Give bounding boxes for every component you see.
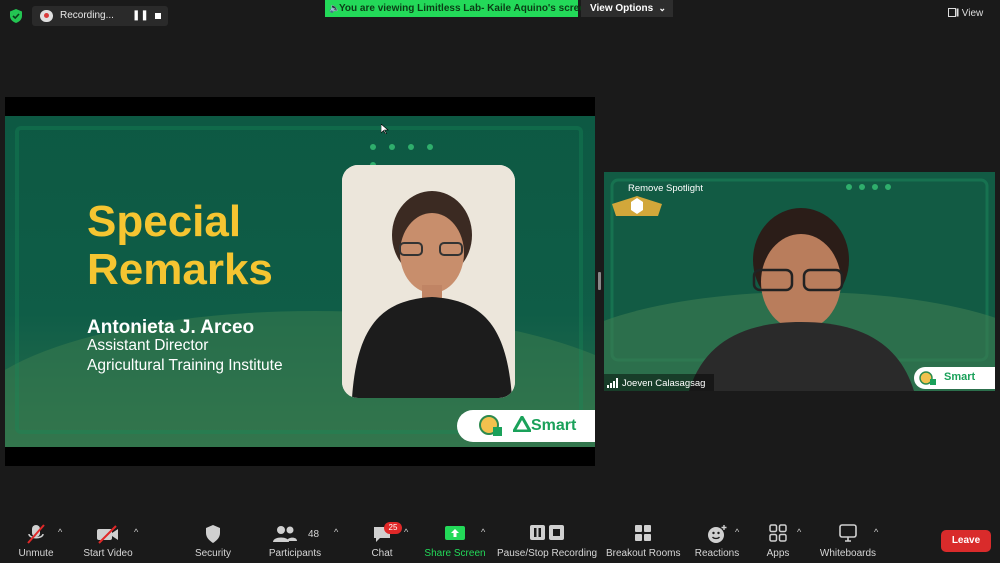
video-off-icon xyxy=(97,525,118,544)
security-shield-toolbar-icon xyxy=(206,525,220,543)
security-label: Security xyxy=(194,548,232,559)
recording-label: Recording... xyxy=(60,10,114,21)
pause-stop-recording-icon xyxy=(530,525,564,540)
audio-options-caret[interactable]: ^ xyxy=(58,527,62,537)
share-screen-options-caret[interactable]: ^ xyxy=(481,527,485,537)
whiteboard-icon xyxy=(839,524,857,542)
whiteboards-label: Whiteboards xyxy=(819,548,877,559)
view-layout-icon xyxy=(948,8,959,17)
shared-slide: Special Remarks Antonieta J. Arceo Assis… xyxy=(5,116,595,447)
speaker-photo-illustration xyxy=(342,165,515,398)
pause-stop-recording-label: Pause/Stop Recording xyxy=(497,548,598,559)
start-video-label: Start Video xyxy=(83,548,133,559)
reactions-options-caret[interactable]: ^ xyxy=(735,527,739,537)
speaker-name: Antonieta J. Arceo xyxy=(87,317,255,338)
slide-brand-text: Smart xyxy=(531,417,577,434)
security-shield-icon[interactable] xyxy=(8,8,24,24)
unmute-label: Unmute xyxy=(18,548,54,559)
smart-logo-icon xyxy=(513,416,531,432)
slide-title: Special Remarks xyxy=(87,197,273,294)
view-options-label: View Options xyxy=(590,3,654,14)
viewing-banner-text: You are viewing Limitless Lab- Kaile Aqu… xyxy=(339,3,591,14)
apps-label: Apps xyxy=(766,548,790,559)
whiteboards-options-caret[interactable]: ^ xyxy=(874,527,878,537)
stop-recording-icon[interactable] xyxy=(152,10,164,22)
ati-logo-icon xyxy=(479,415,502,436)
spotlight-brand-text: Smart xyxy=(944,371,976,383)
view-label: View xyxy=(961,8,984,19)
speaker-icon: 🔈 xyxy=(329,3,341,13)
connection-bars-icon xyxy=(607,378,618,388)
muted-microphone-icon xyxy=(27,524,45,544)
chat-label: Chat xyxy=(371,548,393,559)
breakout-rooms-label: Breakout Rooms xyxy=(606,548,681,559)
participants-count: 48 xyxy=(308,529,320,540)
leave-button[interactable]: Leave xyxy=(941,530,991,552)
apps-icon xyxy=(769,524,787,542)
pause-recording-icon[interactable]: ❚❚ xyxy=(132,10,149,22)
breakout-rooms-icon xyxy=(635,525,651,541)
chat-options-caret[interactable]: ^ xyxy=(404,527,408,537)
speaker-photo xyxy=(342,165,515,398)
apps-options-caret[interactable]: ^ xyxy=(797,527,801,537)
speaker-org: Agricultural Training Institute xyxy=(87,357,283,374)
participants-icon xyxy=(273,526,297,542)
viewing-banner: 🔈 You are viewing Limitless Lab- Kaile A… xyxy=(325,0,591,17)
speaker-role: Assistant Director xyxy=(87,337,209,354)
reactions-smiley-icon xyxy=(708,525,727,543)
chat-unread-badge: 25 xyxy=(384,522,402,534)
chevron-down-icon: ⌄ xyxy=(658,3,666,13)
slide-dots-decoration xyxy=(370,137,460,168)
view-button[interactable]: View xyxy=(948,6,992,22)
share-screen-label: Share Screen xyxy=(424,548,486,559)
participants-options-caret[interactable]: ^ xyxy=(334,527,338,537)
participant-name: Joeven Calasagsag xyxy=(622,378,706,389)
remove-spotlight-label[interactable]: Remove Spotlight xyxy=(628,183,703,194)
share-screen-icon xyxy=(445,526,465,540)
reactions-label: Reactions xyxy=(694,548,740,559)
view-options-button[interactable]: View Options ⌄ xyxy=(581,0,673,17)
mouse-cursor-icon xyxy=(381,124,389,134)
recording-cloud-icon xyxy=(40,10,53,22)
spotlight-badge-logo xyxy=(612,196,662,216)
split-view-divider[interactable] xyxy=(598,272,601,290)
spotlight-ati-logo-icon xyxy=(919,371,936,385)
video-options-caret[interactable]: ^ xyxy=(134,527,138,537)
participants-label: Participants xyxy=(268,548,322,559)
